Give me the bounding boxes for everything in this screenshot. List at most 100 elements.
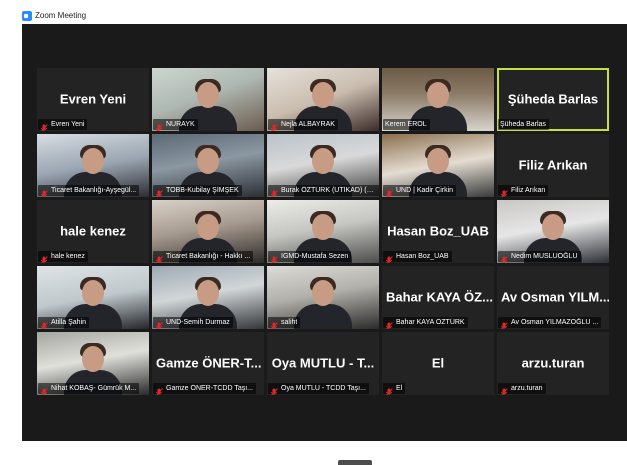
participant-tile[interactable]: Burak ÖZTÜRK (UTİKAD) (Ob... [267, 134, 379, 197]
participant-name: saliht [281, 318, 297, 327]
participant-tile[interactable]: İGMD-Mustafa Sezen [267, 200, 379, 263]
participant-tile[interactable]: Nihat KOBAŞ- Gümrük M... [37, 332, 149, 395]
participant-tile[interactable]: NURAYK [152, 68, 264, 131]
participant-tile[interactable]: Ticaret Bakanlığı - Hakkı ... [152, 200, 264, 263]
participant-name-label: Nejla ALBAYRAK [268, 119, 338, 130]
participant-tile[interactable]: Şüheda Barlas Şüheda Barlas [497, 68, 609, 131]
participant-display-name: Av Osman YILM... [497, 289, 609, 304]
muted-mic-icon [40, 120, 48, 129]
participant-name: Evren Yeni [51, 120, 84, 129]
muted-mic-icon [385, 318, 393, 327]
participant-tile[interactable]: Av Osman YILM... Av Osman YILMAZOĞLU ... [497, 266, 609, 329]
muted-mic-icon [270, 318, 278, 327]
muted-mic-icon [270, 384, 278, 393]
participant-name-label: hale kenez [38, 251, 88, 262]
participant-name-label: arzu.turan [498, 383, 546, 394]
participant-name-label: El [383, 383, 405, 394]
participant-display-name: Şüheda Barlas [497, 91, 609, 106]
participant-tile[interactable]: Nejla ALBAYRAK [267, 68, 379, 131]
participant-name-label: Şüheda Barlas [498, 119, 549, 130]
muted-mic-icon [500, 318, 508, 327]
participant-name: Nedim MUSLUOĞLU [511, 252, 578, 261]
participant-name: Filiz Arıkan [511, 186, 545, 195]
participant-display-name: Evren Yeni [37, 91, 149, 106]
muted-mic-icon [40, 252, 48, 261]
muted-mic-icon [40, 318, 48, 327]
participant-tile[interactable]: Gamze ÖNER-T... Gamze ÖNER-TCDD Taşı... [152, 332, 264, 395]
participant-name-label: İGMD-Mustafa Sezen [268, 251, 351, 262]
participant-name-label: saliht [268, 317, 300, 328]
participant-tile[interactable]: UND | Kadir Çirkin [382, 134, 494, 197]
participant-video [293, 280, 353, 329]
muted-mic-icon [155, 252, 163, 261]
participant-display-name: Gamze ÖNER-T... [152, 355, 264, 370]
participant-name: El [396, 384, 402, 393]
participant-name-label: UND-Semih Durmaz [153, 317, 233, 328]
muted-mic-icon [155, 318, 163, 327]
participant-name: Bahar KAYA ÖZTÜRK [396, 318, 465, 327]
participant-name: hale kenez [51, 252, 85, 261]
participant-name: Ticaret Bakanlığı-Ayşegül... [51, 186, 136, 195]
participant-tile[interactable]: Ticaret Bakanlığı-Ayşegül... [37, 134, 149, 197]
participant-tile[interactable]: saliht [267, 266, 379, 329]
participant-tile[interactable]: Filiz Arıkan Filiz Arıkan [497, 134, 609, 197]
muted-mic-icon [155, 384, 163, 393]
window-title: Zoom Meeting [35, 11, 86, 21]
participant-name: Atilla Şahin [51, 318, 86, 327]
participant-name-label: Filiz Arıkan [498, 185, 548, 196]
muted-mic-icon [270, 186, 278, 195]
participant-tile[interactable]: ElEl [382, 332, 494, 395]
zoom-app-icon [22, 11, 32, 21]
muted-mic-icon [385, 252, 393, 261]
participant-name: Av Osman YILMAZOĞLU ... [511, 318, 598, 327]
participant-name-label: Ticaret Bakanlığı-Ayşegül... [38, 185, 139, 196]
participant-name-label: Evren Yeni [38, 119, 87, 130]
participant-tile[interactable]: Atilla Şahin [37, 266, 149, 329]
participant-name-label: Kerem EROL [383, 119, 430, 130]
meeting-window: Evren YeniEvren YeniNURAYKNejla ALBAYRAK… [22, 24, 627, 441]
muted-mic-icon [500, 186, 508, 195]
participant-name-label: Nihat KOBAŞ- Gümrük M... [38, 383, 139, 394]
participant-name-label: Gamze ÖNER-TCDD Taşı... [153, 383, 256, 394]
muted-mic-icon [500, 384, 508, 393]
participant-tile[interactable]: Kerem EROL [382, 68, 494, 131]
participant-tile[interactable]: hale kenez hale kenez [37, 200, 149, 263]
participant-tile[interactable]: Bahar KAYA ÖZ... Bahar KAYA ÖZTÜRK [382, 266, 494, 329]
participant-name-label: Hasan Boz_UAB [383, 251, 452, 262]
participant-name: arzu.turan [511, 384, 543, 393]
muted-mic-icon [155, 120, 163, 129]
gallery-view: Evren YeniEvren YeniNURAYKNejla ALBAYRAK… [37, 68, 611, 398]
participant-name: Ticaret Bakanlığı - Hakkı ... [166, 252, 250, 261]
participant-name-label: Atilla Şahin [38, 317, 89, 328]
participant-display-name: Bahar KAYA ÖZ... [382, 289, 494, 304]
title-bar: Zoom Meeting [0, 0, 627, 24]
muted-mic-icon [385, 384, 393, 393]
muted-mic-icon [385, 186, 393, 195]
participant-tile[interactable]: TOBB-Kubilay ŞİMŞEK [152, 134, 264, 197]
participant-tile[interactable]: Evren Yeni Evren Yeni [37, 68, 149, 131]
toolbar-handle[interactable] [338, 460, 372, 465]
participant-display-name: Filiz Arıkan [497, 157, 609, 172]
participant-name-label: UND | Kadir Çirkin [383, 185, 456, 196]
muted-mic-icon [40, 384, 48, 393]
muted-mic-icon [155, 186, 163, 195]
participant-name: Oya MUTLU - TCDD Taşı... [281, 384, 366, 393]
participant-display-name: Oya MUTLU - T... [267, 355, 379, 370]
muted-mic-icon [270, 252, 278, 261]
participant-name-label: Nedim MUSLUOĞLU [498, 251, 581, 262]
participant-tile[interactable]: UND-Semih Durmaz [152, 266, 264, 329]
participant-name: Gamze ÖNER-TCDD Taşı... [166, 384, 253, 393]
participant-name: UND | Kadir Çirkin [396, 186, 453, 195]
participant-tile[interactable]: Nedim MUSLUOĞLU [497, 200, 609, 263]
participant-name-label: Av Osman YILMAZOĞLU ... [498, 317, 601, 328]
participant-name: Nejla ALBAYRAK [281, 120, 335, 129]
participant-tile[interactable]: arzu.turanarzu.turan [497, 332, 609, 395]
participant-tile[interactable]: Hasan Boz_UAB Hasan Boz_UAB [382, 200, 494, 263]
muted-mic-icon [270, 120, 278, 129]
participant-tile[interactable]: Oya MUTLU - T... Oya MUTLU - TCDD Taşı... [267, 332, 379, 395]
participant-display-name: Hasan Boz_UAB [382, 223, 494, 238]
participant-display-name: hale kenez [37, 223, 149, 238]
participant-name: İGMD-Mustafa Sezen [281, 252, 348, 261]
participant-name: Kerem EROL [385, 120, 427, 129]
participant-name-label: Ticaret Bakanlığı - Hakkı ... [153, 251, 253, 262]
